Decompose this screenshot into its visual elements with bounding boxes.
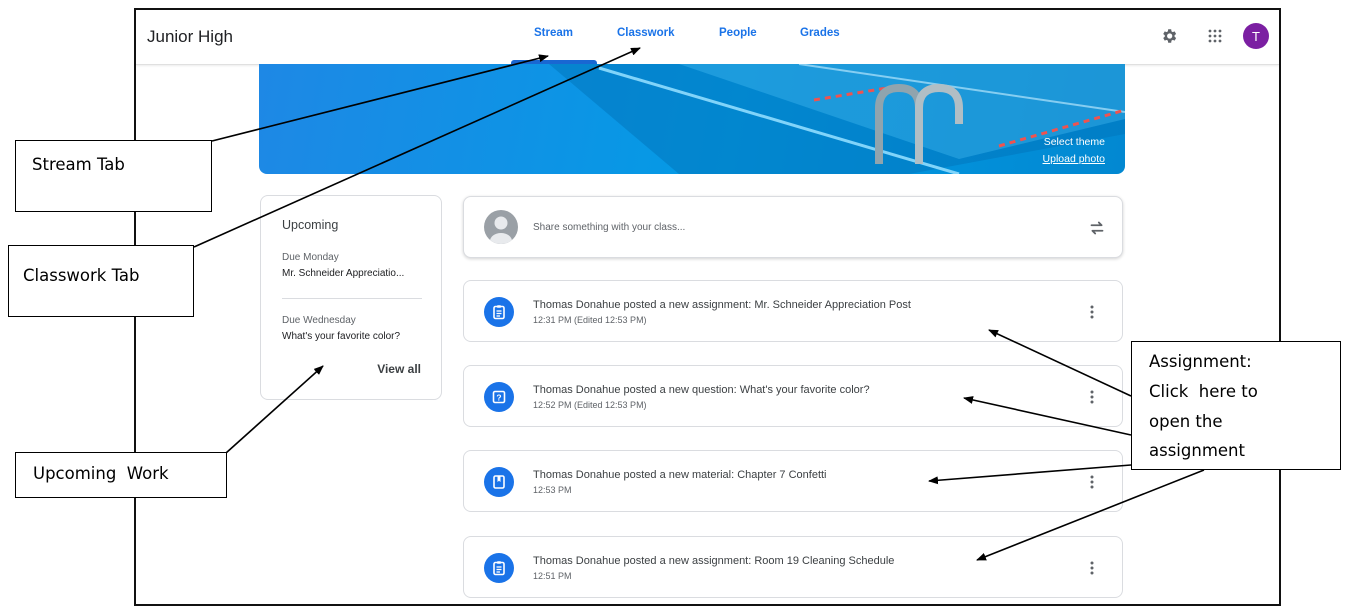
arrow — [963, 396, 1132, 436]
arrow — [211, 54, 549, 142]
arrow — [928, 464, 1132, 485]
arrow — [193, 47, 641, 248]
annotation-arrows — [193, 47, 1205, 561]
arrow — [988, 329, 1132, 397]
arrow — [976, 469, 1205, 561]
arrow — [225, 365, 324, 454]
